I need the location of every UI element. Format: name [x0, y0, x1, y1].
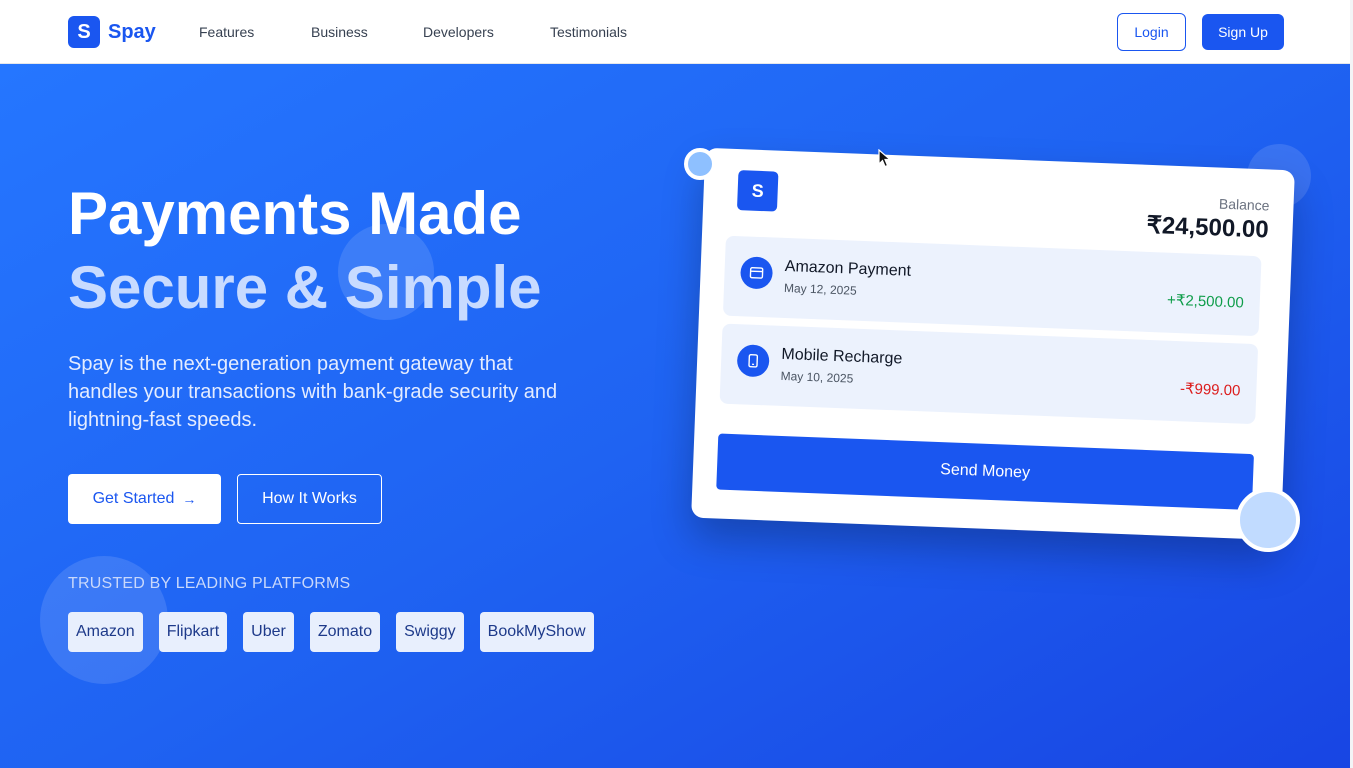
nav-link-business[interactable]: Business: [311, 24, 368, 40]
partner-list: Amazon Flipkart Uber Zomato Swiggy BookM…: [68, 612, 594, 652]
mouse-cursor-icon: [878, 149, 892, 168]
login-button[interactable]: Login: [1117, 13, 1186, 51]
hero-title-line2: Secure & Simple: [68, 254, 542, 321]
partner-badge-zomato: Zomato: [309, 612, 381, 652]
transaction-amount: +₹2,500.00: [1166, 291, 1245, 312]
how-it-works-button[interactable]: How It Works: [237, 474, 382, 524]
partner-badge-flipkart: Flipkart: [158, 612, 228, 652]
arrow-right-icon: →: [182, 491, 197, 507]
send-money-button[interactable]: Send Money: [716, 433, 1254, 511]
nav-link-testimonials[interactable]: Testimonials: [550, 24, 627, 40]
transaction-item[interactable]: Amazon Payment May 12, 2025 +₹2,500.00: [722, 235, 1262, 337]
partner-badge-swiggy: Swiggy: [396, 612, 464, 652]
transaction-item[interactable]: Mobile Recharge May 10, 2025 -₹999.00: [719, 323, 1259, 425]
get-started-button[interactable]: Get Started →: [68, 474, 221, 524]
decorative-dot: [684, 148, 716, 180]
credit-card-icon: [739, 256, 774, 290]
payment-card: S Balance ₹24,500.00 Amazon Payment May …: [691, 147, 1295, 541]
balance-label: Balance: [1218, 195, 1270, 214]
transaction-amount: -₹999.00: [1179, 380, 1241, 400]
mobile-phone-icon: [736, 344, 770, 378]
partner-badge-amazon: Amazon: [68, 612, 143, 652]
trusted-label: TRUSTED BY LEADING PLATFORMS: [68, 575, 351, 592]
brand-logo[interactable]: S Spay: [68, 16, 156, 48]
card-logo: S: [736, 170, 779, 212]
nav-link-features[interactable]: Features: [199, 24, 254, 40]
decorative-dot: [1236, 488, 1300, 552]
balance-amount: ₹24,500.00: [1146, 211, 1270, 244]
top-navbar: S Spay Features Business Developers Test…: [0, 0, 1353, 64]
payment-card-mockup: S Balance ₹24,500.00 Amazon Payment May …: [691, 147, 1295, 541]
transaction-name: Mobile Recharge: [781, 345, 903, 368]
partner-badge-uber: Uber: [243, 612, 294, 652]
transaction-date: May 10, 2025: [780, 368, 854, 386]
signup-button[interactable]: Sign Up: [1202, 14, 1284, 50]
nav-link-developers[interactable]: Developers: [423, 24, 494, 40]
transaction-name: Amazon Payment: [784, 257, 912, 280]
partner-badge-bookmyshow: BookMyShow: [479, 612, 594, 652]
logo-badge: S: [68, 16, 100, 48]
transaction-date: May 12, 2025: [783, 280, 857, 298]
hero-title-line1: Payments Made: [68, 180, 522, 247]
brand-name: Spay: [108, 20, 156, 43]
hero-description: Spay is the next-generation payment gate…: [68, 353, 558, 431]
get-started-label: Get Started: [92, 490, 175, 507]
